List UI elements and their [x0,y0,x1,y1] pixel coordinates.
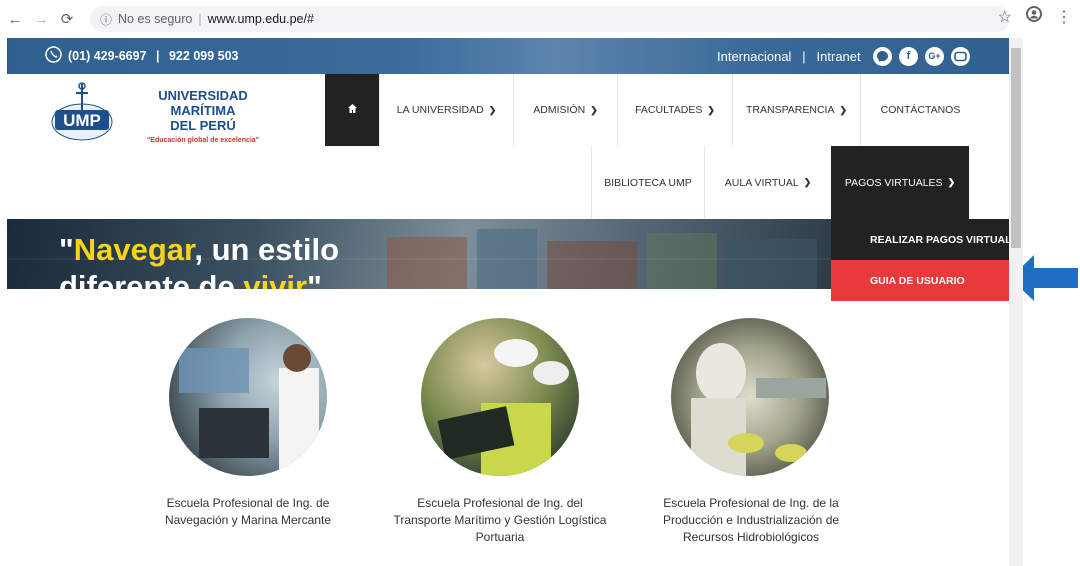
school-label-line: Transporte Marítimo y Gestión Logística [393,513,607,527]
phone-separator: | [152,49,163,63]
phone-contact: (01) 429-6697 | 922 099 503 [45,46,239,66]
menu-label: LA UNIVERSIDAD [396,104,484,116]
scrollbar-thumb[interactable] [1011,48,1021,248]
phone-number-1: (01) 429-6697 [68,49,147,63]
menu-la-universidad[interactable]: LA UNIVERSIDAD ❯ [379,74,513,146]
google-plus-icon[interactable]: G+ [925,46,944,66]
phone-number-2: 922 099 503 [168,49,239,63]
security-label: No es seguro [118,12,193,26]
top-info-bar: (01) 429-6697 | 922 099 503 Internaciona… [7,38,1009,74]
slogan-quote-open: " [59,232,74,267]
back-icon[interactable]: ← [4,8,26,30]
browser-toolbar: ← → ⟳ ⓘ No es seguro | www.ump.edu.pe/# … [0,0,1080,38]
school-label-line: Escuela Profesional de Ing. de [166,496,330,510]
school-label-line: Portuaria [475,530,525,544]
main-menu-row2: BIBLIOTECA UMP AULA VIRTUAL ❯ PAGOS VIRT… [591,146,969,219]
info-icon[interactable]: ⓘ [100,11,112,28]
slogan-word-navegar: Navegar [73,232,195,267]
school-image-navegacion[interactable] [169,318,327,476]
menu-contactanos[interactable]: CONTÁCTANOS [860,74,980,146]
page-scrollbar[interactable] [1009,38,1023,566]
menu-biblioteca-ump[interactable]: BIBLIOTECA UMP [591,146,704,219]
university-name-line2: DEL PERÚ [170,118,236,133]
url-text: www.ump.edu.pe/# [207,12,314,26]
youtube-icon[interactable] [951,46,970,66]
school-image-produccion[interactable] [671,318,829,476]
top-links: Internacional | Intranet [717,49,861,64]
slogan-part2: diferente de [59,269,244,289]
omnibox-separator: | [198,12,202,26]
school-label-produccion[interactable]: Escuela Profesional de Ing. de la Produc… [631,495,871,546]
messenger-icon[interactable] [873,46,892,66]
profile-icon[interactable] [1026,6,1042,27]
university-tagline: "Educación global de excelencia" [146,137,260,144]
dropdown-realizar-pagos[interactable]: REALIZAR PAGOS VIRTUALES [831,219,1026,260]
chevron-down-icon: ❯ [947,177,956,187]
slogan-word-vivir: vivir [243,269,308,289]
reload-icon[interactable]: ⟳ [56,8,78,30]
pagos-virtuales-dropdown: REALIZAR PAGOS VIRTUALES GUIA DE USUARIO [831,219,1026,301]
menu-label: PAGOS VIRTUALES [844,176,943,189]
school-label-line: Escuela Profesional de Ing. de la [663,496,839,510]
link-intranet[interactable]: Intranet [817,49,861,64]
bookmark-star-icon[interactable]: ☆ [998,7,1012,27]
slogan-part1: , un estilo [194,232,340,267]
menu-dots-icon[interactable]: ⋮ [1056,7,1072,27]
menu-home[interactable] [325,74,379,146]
university-name[interactable]: UNIVERSIDAD MARÍTIMA DEL PERÚ "Educación… [125,88,281,144]
chevron-down-icon: ❯ [803,177,812,187]
phone-icon [45,46,62,66]
slogan-quote-close: " [307,269,322,289]
school-label-line: Navegación y Marina Mercante [164,513,332,527]
chevron-down-icon: ❯ [590,104,598,115]
logo-emblem-text: UMP [63,111,101,130]
school-image-transporte[interactable] [421,318,579,476]
facebook-icon[interactable]: f [899,46,918,66]
link-international[interactable]: Internacional [717,49,791,64]
main-menu-row1: LA UNIVERSIDAD ❯ ADMISIÓN ❯ FACULTADES ❯… [325,74,980,146]
top-links-separator: | [795,48,813,64]
university-name-line1: UNIVERSIDAD MARÍTIMA [158,88,248,118]
menu-label: FACULTADES [635,104,703,116]
social-links: f G+ [873,46,970,66]
menu-label: TRANSPARENCIA [745,104,835,116]
school-label-line: Producción e Industrialización de [662,513,840,527]
ump-logo-emblem[interactable]: UMP [49,80,115,144]
menu-label: ADMISIÓN [533,104,586,116]
chevron-down-icon: ❯ [707,104,715,115]
chevron-down-icon: ❯ [488,104,497,115]
menu-admision[interactable]: ADMISIÓN ❯ [513,74,617,146]
menu-pagos-virtuales[interactable]: PAGOS VIRTUALES ❯ [831,146,969,219]
dropdown-guia-de-usuario[interactable]: GUIA DE USUARIO [831,260,1009,301]
site-header: UMP UNIVERSIDAD MARÍTIMA DEL PERÚ "Educa… [7,74,1009,219]
menu-aula-virtual[interactable]: AULA VIRTUAL ❯ [704,146,831,219]
menu-label: CONTÁCTANOS [880,104,961,116]
home-icon [347,103,358,117]
address-bar[interactable]: ⓘ No es seguro | www.ump.edu.pe/# [90,6,1010,32]
school-label-line: Escuela Profesional de Ing. del [417,496,583,510]
hero-banner: "Navegar, un estilo diferente de vivir" [7,219,831,289]
menu-facultades[interactable]: FACULTADES ❯ [617,74,732,146]
forward-icon[interactable]: → [30,8,52,30]
menu-label: AULA VIRTUAL [724,176,799,189]
school-label-navegacion[interactable]: Escuela Profesional de Ing. de Navegació… [128,495,368,529]
menu-label: BIBLIOTECA UMP [604,176,692,189]
school-label-line: Recursos Hidrobiológicos [682,530,820,544]
banner-slogan: "Navegar, un estilo diferente de vivir" [59,231,339,289]
chevron-down-icon: ❯ [839,104,848,115]
school-label-transporte[interactable]: Escuela Profesional de Ing. del Transpor… [380,495,620,546]
menu-transparencia[interactable]: TRANSPARENCIA ❯ [732,74,860,146]
